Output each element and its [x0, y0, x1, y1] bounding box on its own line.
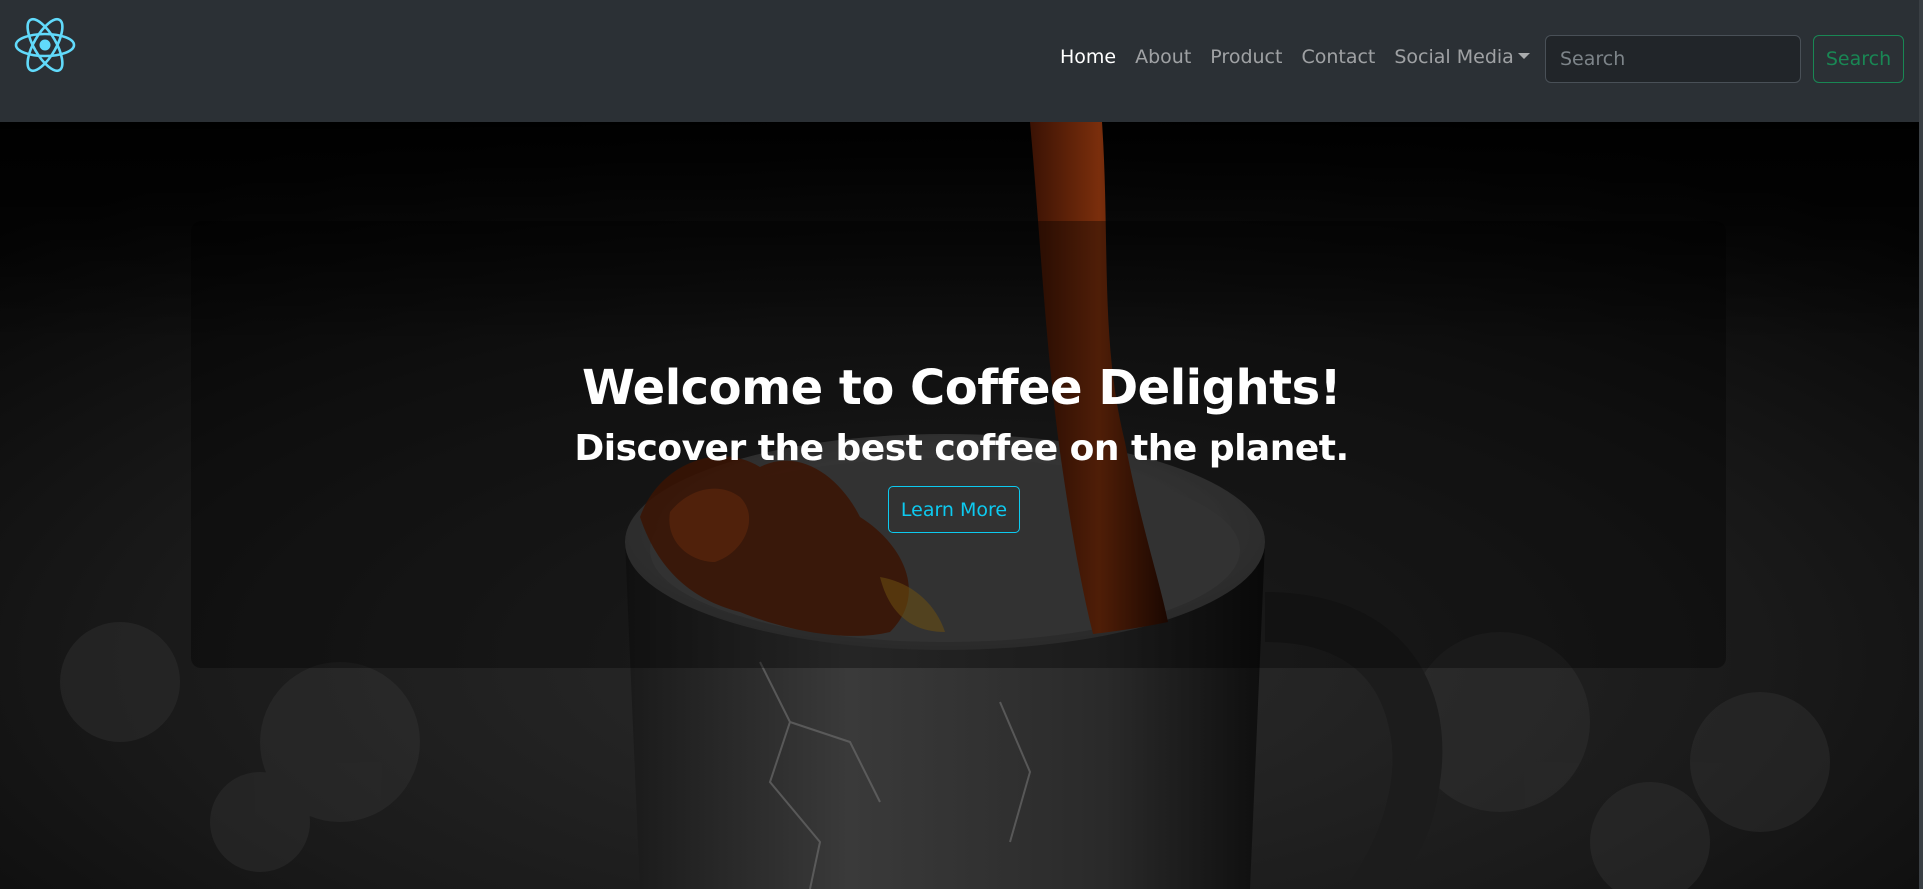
caret-down-icon: [1517, 53, 1530, 59]
nav-links: Home About Product Contact Social Media: [1060, 46, 1549, 68]
nav-dropdown-label: Social Media: [1394, 46, 1514, 68]
hero-subtitle: Discover the best coffee on the planet.: [574, 428, 1349, 469]
nav-link-home[interactable]: Home: [1060, 46, 1116, 68]
nav-link-about[interactable]: About: [1135, 46, 1191, 68]
react-logo-icon[interactable]: [14, 14, 76, 76]
hero-section: Welcome to Coffee Delights! Discover the…: [0, 122, 1923, 889]
nav-link-product[interactable]: Product: [1210, 46, 1282, 68]
hero-title: Welcome to Coffee Delights!: [581, 360, 1342, 416]
scrollbar[interactable]: [1919, 0, 1923, 889]
navbar: Home About Product Contact Social Media …: [0, 0, 1923, 122]
search-input[interactable]: [1545, 35, 1801, 83]
learn-more-button[interactable]: Learn More: [888, 486, 1020, 533]
search-button[interactable]: Search: [1813, 35, 1904, 83]
nav-link-contact[interactable]: Contact: [1301, 46, 1375, 68]
nav-dropdown-social-media[interactable]: Social Media: [1394, 46, 1530, 68]
